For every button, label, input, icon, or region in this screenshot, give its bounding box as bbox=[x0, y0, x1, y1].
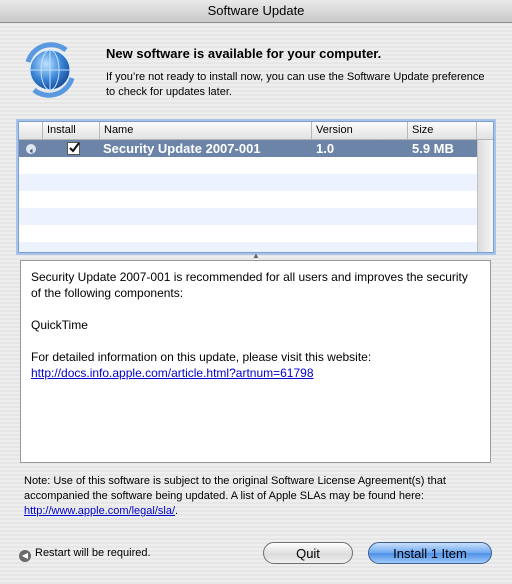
subtext: If you’re not ready to install now, you … bbox=[106, 71, 485, 98]
update-name: Security Update 2007-001 bbox=[103, 141, 261, 156]
software-update-icon bbox=[20, 40, 80, 100]
install-button[interactable]: Install 1 Item bbox=[368, 542, 492, 564]
column-size[interactable]: Size bbox=[408, 122, 477, 139]
column-name[interactable]: Name bbox=[100, 122, 312, 139]
table-row-empty bbox=[19, 225, 477, 242]
table-row-empty bbox=[19, 242, 477, 252]
updates-table[interactable]: Install Name Version Size Security Updat… bbox=[18, 121, 494, 253]
checkbox-checked-icon bbox=[69, 142, 80, 153]
quit-button[interactable]: Quit bbox=[263, 542, 353, 564]
table-row-empty bbox=[19, 191, 477, 208]
note-text: Note: Use of this software is subject to… bbox=[24, 475, 446, 502]
description-intro: Security Update 2007-001 is recommended … bbox=[31, 270, 468, 300]
table-row-empty bbox=[19, 208, 477, 225]
disclosure-icon[interactable] bbox=[26, 144, 36, 154]
headline: New software is available for your compu… bbox=[106, 46, 382, 61]
table-row[interactable]: Security Update 2007-001 1.0 5.9 MB bbox=[19, 140, 477, 157]
table-header: Install Name Version Size bbox=[19, 122, 493, 140]
description-component: QuickTime bbox=[31, 318, 88, 332]
table-row-empty bbox=[19, 157, 477, 174]
update-description: Security Update 2007-001 is recommended … bbox=[20, 260, 491, 463]
license-note: Note: Use of this software is subject to… bbox=[24, 474, 494, 519]
column-install[interactable]: Install bbox=[43, 122, 100, 139]
table-scrollbar[interactable] bbox=[477, 140, 493, 252]
restart-text: Restart will be required. bbox=[35, 547, 151, 559]
note-suffix: . bbox=[175, 505, 179, 517]
update-size: 5.9 MB bbox=[412, 141, 454, 156]
window-title: Software Update bbox=[0, 0, 512, 23]
update-version: 1.0 bbox=[316, 141, 335, 156]
column-disclosure[interactable] bbox=[19, 122, 43, 139]
restart-notice: ◀ Restart will be required. bbox=[19, 545, 151, 562]
description-info: For detailed information on this update,… bbox=[31, 350, 372, 364]
sla-link[interactable]: http://www.apple.com/legal/sla/ bbox=[24, 505, 175, 517]
restart-icon: ◀ bbox=[19, 550, 31, 562]
article-link[interactable]: http://docs.info.apple.com/article.html?… bbox=[31, 366, 314, 380]
splitter-handle-icon[interactable]: ▲ bbox=[250, 251, 262, 260]
software-update-window: Software Update New software is availabl… bbox=[0, 0, 512, 584]
column-version[interactable]: Version bbox=[312, 122, 408, 139]
table-row-empty bbox=[19, 174, 477, 191]
install-checkbox[interactable] bbox=[67, 142, 80, 155]
